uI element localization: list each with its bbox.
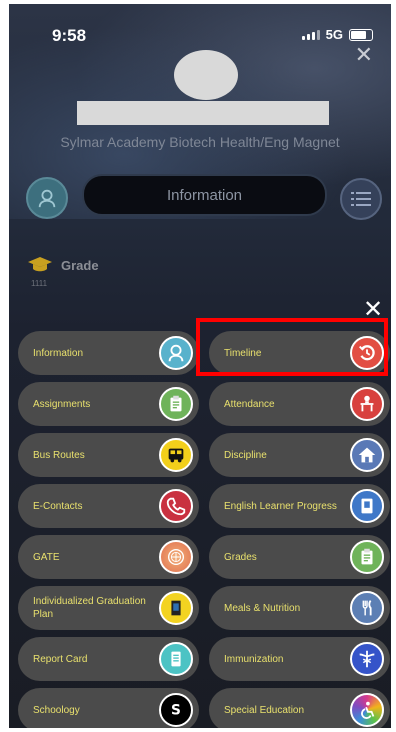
grade-label: Grade xyxy=(61,257,99,273)
signal-icon xyxy=(301,29,320,40)
network-label: 5G xyxy=(325,27,343,42)
grade-value: 1111 xyxy=(31,279,48,288)
phone-icon xyxy=(159,489,193,523)
grade-row: Grade xyxy=(27,256,99,274)
menu-tile-discipline[interactable]: Discipline xyxy=(209,433,390,477)
bus-icon xyxy=(159,438,193,472)
menu-tile-label: Immunization xyxy=(224,653,284,665)
list-icon xyxy=(351,192,371,206)
book-icon xyxy=(350,489,384,523)
accessibility-icon xyxy=(350,693,384,727)
menu-tile-label: Bus Routes xyxy=(33,449,85,461)
menu-tile-immunization[interactable]: Immunization xyxy=(209,637,390,681)
menu-tile-label: Report Card xyxy=(33,653,88,665)
menu-tile-grades[interactable]: Grades xyxy=(209,535,390,579)
menu-tile-report-card[interactable]: Report Card xyxy=(18,637,199,681)
menu-tile-label: Individualized Graduation Plan xyxy=(33,596,146,620)
close-icon[interactable]: ✕ xyxy=(355,44,373,66)
report-icon xyxy=(159,642,193,676)
school-name: Sylmar Academy Biotech Health/Eng Magnet xyxy=(60,134,340,150)
status-time: 9:58 xyxy=(52,26,87,45)
menu-button[interactable] xyxy=(340,178,382,220)
clipboard-icon xyxy=(159,387,193,421)
menu-tile-label: English Learner Progress xyxy=(224,500,337,512)
student-icon xyxy=(159,336,193,370)
menu-tile-label: Meals & Nutrition xyxy=(224,602,301,614)
menu-tile-label: Grades xyxy=(224,551,257,563)
menu-tile-individualized-graduation-plan[interactable]: Individualized Graduation Plan xyxy=(18,586,199,630)
menu-tile-english-learner-progress[interactable]: English Learner Progress xyxy=(209,484,390,528)
menu-tile-label: Special Education xyxy=(224,704,305,716)
menu-tile-meals-nutrition[interactable]: Meals & Nutrition xyxy=(209,586,390,630)
menu-tile-bus-routes[interactable]: Bus Routes xyxy=(18,433,199,477)
student-name-redacted xyxy=(77,101,329,125)
menu-tile-label: Information xyxy=(33,347,84,359)
desk-icon xyxy=(350,387,384,421)
status-indicators: 5G xyxy=(301,27,373,42)
menu-tile-label: Schoology xyxy=(33,704,80,716)
caduceus-icon xyxy=(350,642,384,676)
timeline-highlight-box xyxy=(196,318,388,376)
menu-tile-gate[interactable]: GATE xyxy=(18,535,199,579)
document-icon xyxy=(159,591,193,625)
menu-tile-label: GATE xyxy=(33,551,60,563)
menu-tile-label: Attendance xyxy=(224,398,275,410)
menu-tile-assignments[interactable]: Assignments xyxy=(18,382,199,426)
avatar xyxy=(174,50,238,100)
student-profile-button[interactable] xyxy=(26,177,68,219)
student-icon xyxy=(38,189,56,208)
battery-icon xyxy=(349,28,373,41)
seal-icon xyxy=(159,540,193,574)
menu-tile-schoology[interactable]: Schoology S xyxy=(18,688,199,728)
clipboard-icon xyxy=(350,540,384,574)
menu-tile-e-contacts[interactable]: E-Contacts xyxy=(18,484,199,528)
utensils-icon xyxy=(350,591,384,625)
menu-tile-label: Discipline xyxy=(224,449,267,461)
menu-tile-information[interactable]: Information xyxy=(18,331,199,375)
menu-tile-label: Assignments xyxy=(33,398,91,410)
menu-tile-attendance[interactable]: Attendance xyxy=(209,382,390,426)
home-icon xyxy=(350,438,384,472)
information-tab[interactable]: Information xyxy=(82,174,327,216)
svg-text:S: S xyxy=(171,703,181,719)
menu-tile-label: E-Contacts xyxy=(33,500,83,512)
schoology-icon: S xyxy=(159,693,193,727)
menu-tile-special-education[interactable]: Special Education xyxy=(209,688,390,728)
graduation-cap-icon xyxy=(28,257,52,272)
